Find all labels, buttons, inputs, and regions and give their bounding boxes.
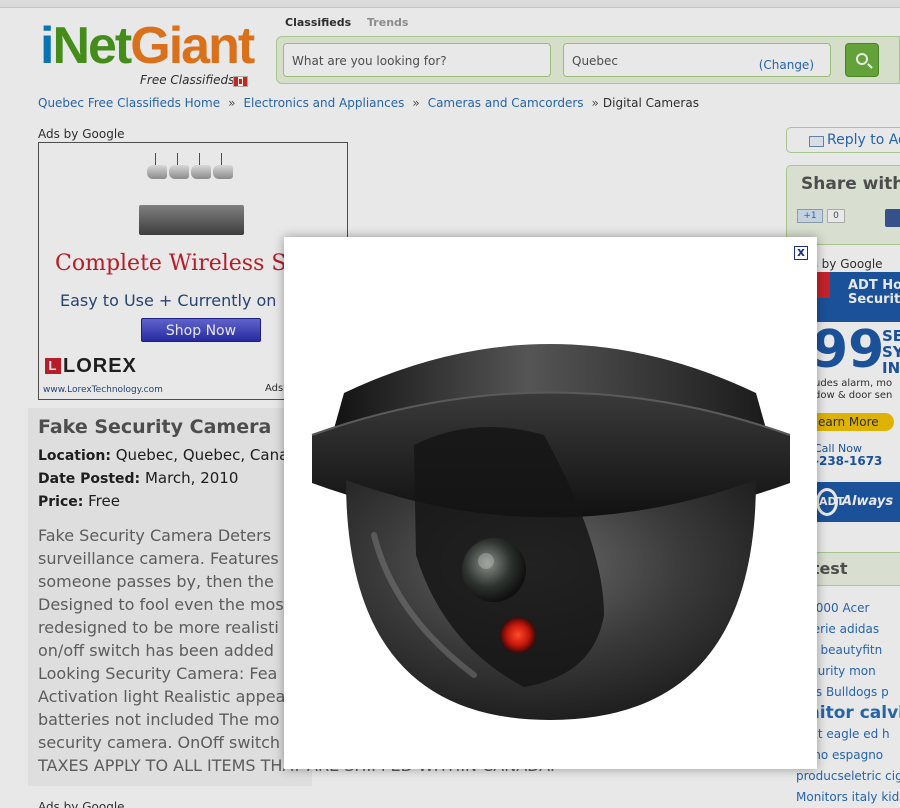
image-lightbox: x: [284, 237, 817, 769]
dome-camera-photo: [311, 344, 791, 720]
close-icon[interactable]: x: [794, 246, 808, 260]
